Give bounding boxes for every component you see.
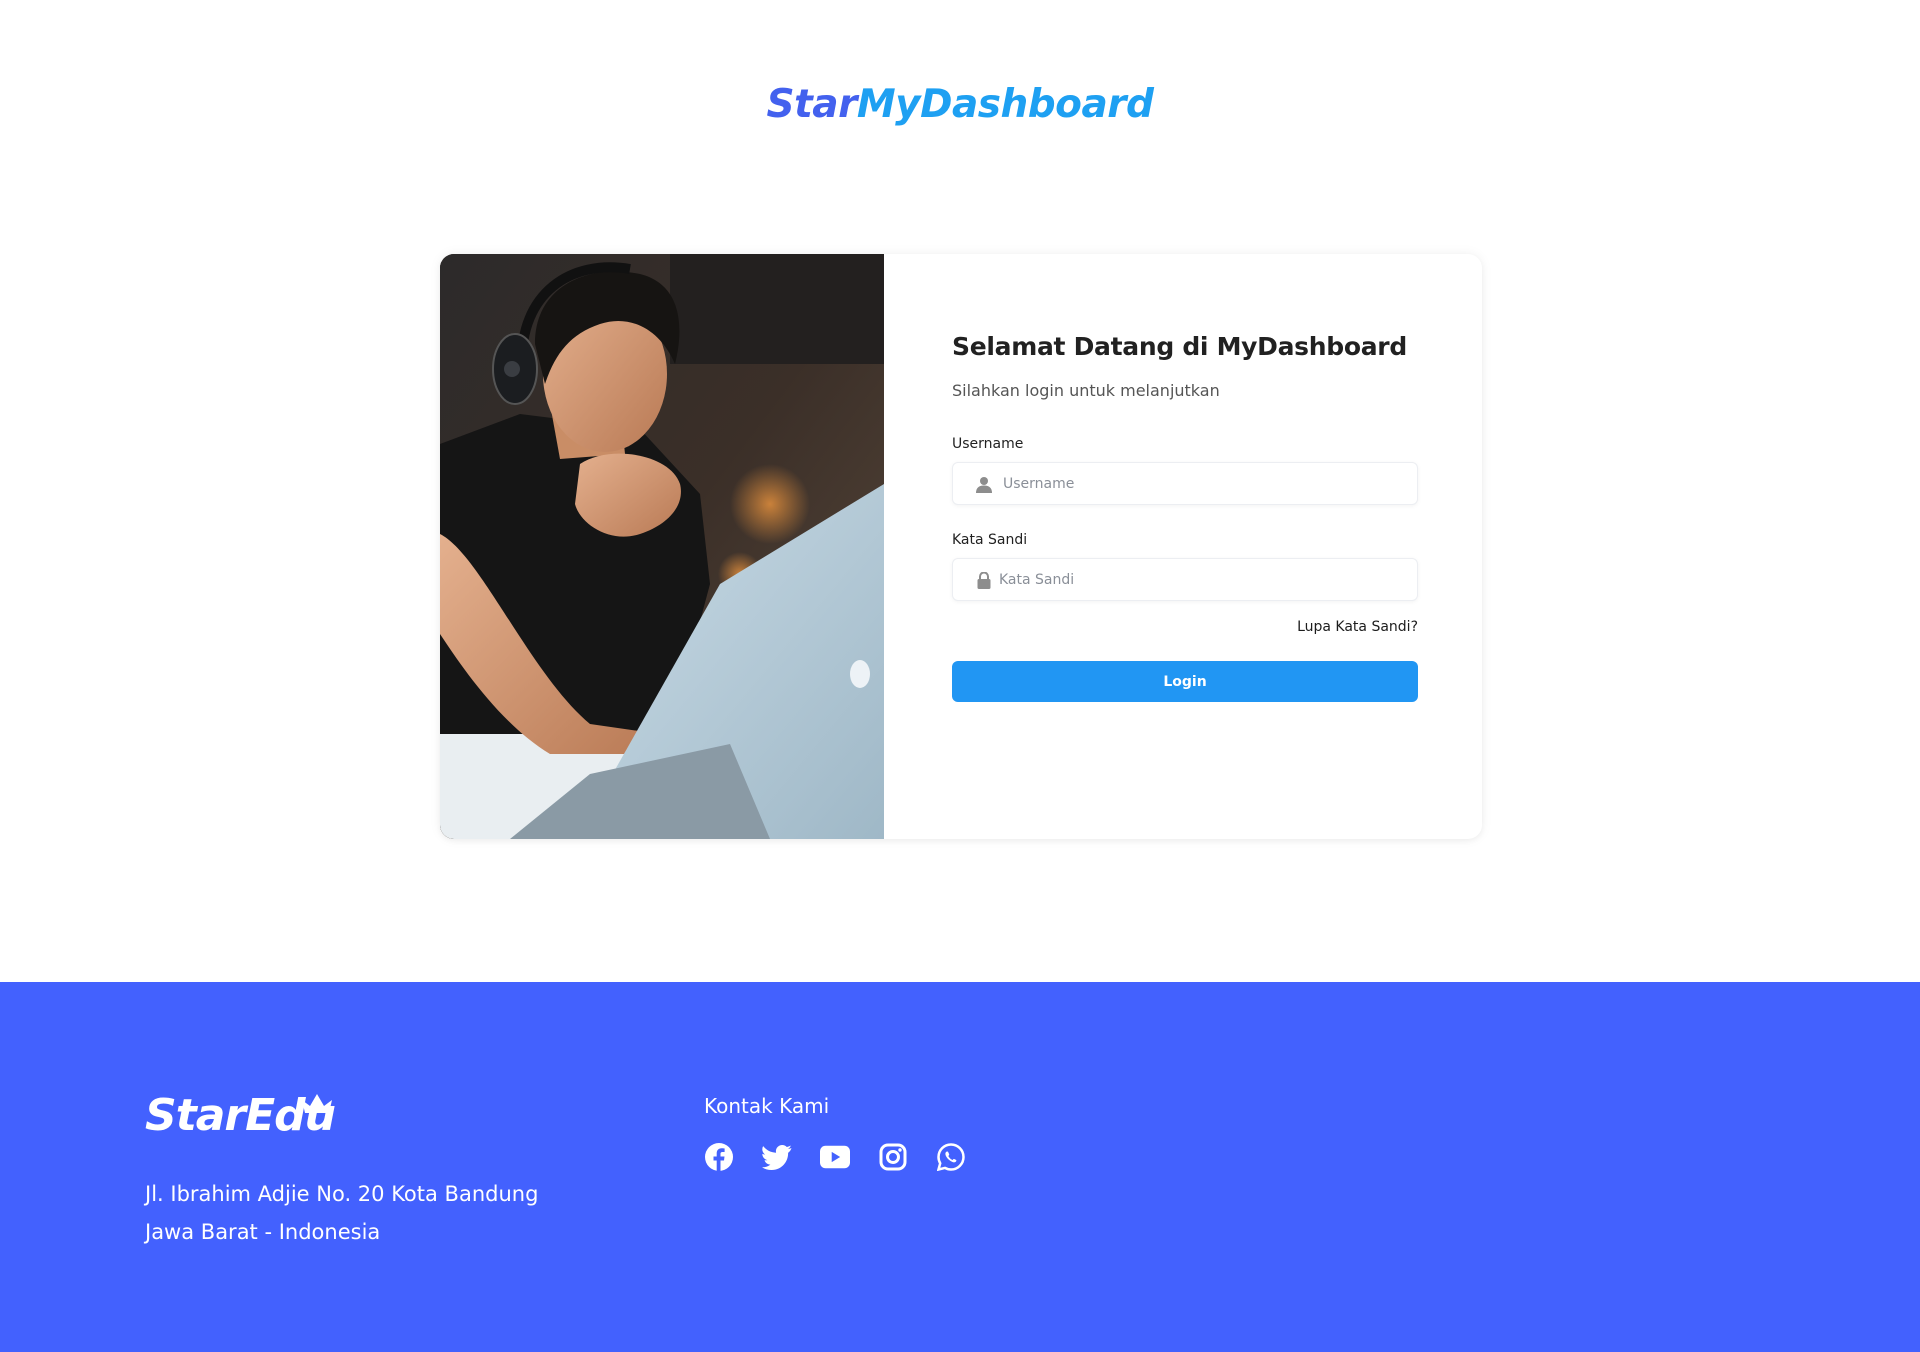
facebook-icon[interactable] (704, 1142, 734, 1172)
contact-title: Kontak Kami (704, 1094, 830, 1118)
login-page: StarMyDashboard Selamat Datang di MyDash… (0, 0, 1920, 1352)
whatsapp-icon[interactable] (936, 1142, 966, 1172)
username-input[interactable] (1003, 463, 1403, 504)
youtube-icon[interactable] (820, 1142, 850, 1172)
password-field-wrapper (952, 558, 1418, 601)
password-label: Kata Sandi (952, 532, 1028, 548)
forgot-password-link[interactable]: Lupa Kata Sandi? (952, 619, 1418, 635)
site-footer: StarEdu Jl. Ibrahim Adjie No. 20 Kota Ba… (0, 982, 1920, 1352)
twitter-icon[interactable] (762, 1142, 792, 1172)
username-field-wrapper (952, 462, 1418, 505)
login-form: Selamat Datang di MyDashboard Silahkan l… (884, 254, 1482, 839)
login-subtitle: Silahkan login untuk melanjutkan (952, 381, 1220, 400)
login-button[interactable]: Login (952, 661, 1418, 702)
brand-part-dashboard: MyDashboard (856, 82, 1154, 127)
instagram-icon[interactable] (878, 1142, 908, 1172)
user-icon (975, 475, 993, 493)
login-photo (440, 254, 884, 839)
login-card: Selamat Datang di MyDashboard Silahkan l… (440, 254, 1482, 839)
crown-icon (300, 1092, 334, 1118)
social-links (704, 1142, 966, 1172)
address-line-2: Jawa Barat - Indonesia (145, 1220, 381, 1244)
username-label: Username (952, 436, 1024, 452)
password-input[interactable] (999, 559, 1399, 600)
login-title: Selamat Datang di MyDashboard (952, 332, 1407, 361)
brand-part-star: Star (766, 82, 858, 127)
address-line-1: Jl. Ibrahim Adjie No. 20 Kota Bandung (145, 1182, 539, 1206)
brand-logo[interactable]: StarMyDashboard (0, 82, 1920, 127)
footer-address: Jl. Ibrahim Adjie No. 20 Kota Bandung Ja… (145, 1175, 538, 1251)
lock-icon (975, 571, 993, 589)
